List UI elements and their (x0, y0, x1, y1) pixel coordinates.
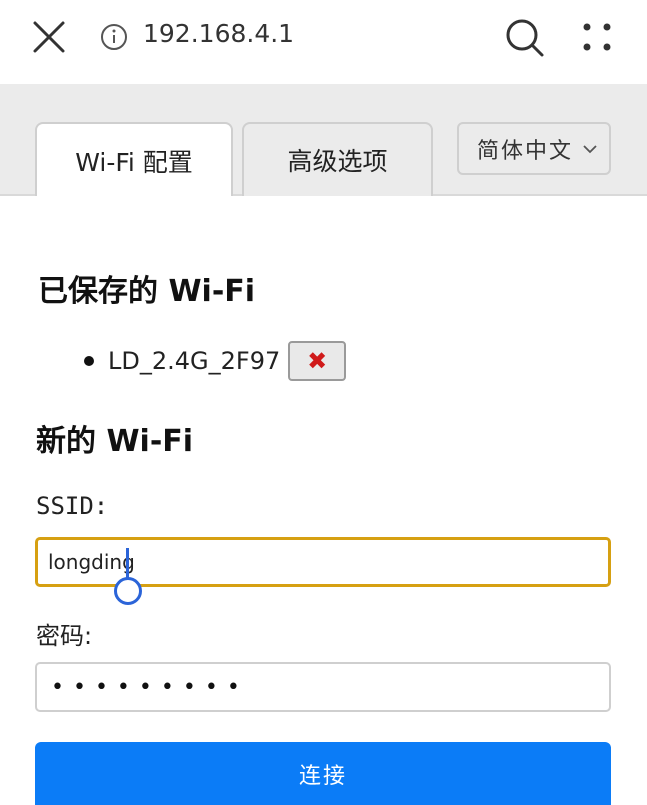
bullet-icon (84, 356, 94, 366)
tab-wifi-config[interactable]: Wi-Fi 配置 (35, 122, 233, 198)
address-bar-url[interactable]: 192.168.4.1 (143, 19, 294, 48)
ssid-label: SSID: (36, 492, 109, 520)
new-wifi-heading: 新的 Wi-Fi (36, 424, 194, 459)
chevron-down-icon (583, 145, 597, 154)
info-icon[interactable] (100, 23, 128, 51)
connect-button[interactable]: 连接 (35, 742, 611, 805)
delete-saved-wifi-button[interactable]: ✖ (288, 341, 347, 381)
browser-toolbar: 192.168.4.1 (0, 0, 647, 84)
password-input[interactable]: ••••••••• (35, 662, 611, 712)
more-dots-icon[interactable] (578, 18, 616, 56)
password-label: 密码: (36, 622, 93, 650)
wifi-config-panel: 已保存的 Wi-Fi LD_2.4G_2F97 ✖ 新的 Wi-Fi SSID:… (0, 196, 647, 805)
ssid-input-value: longding (48, 550, 135, 574)
password-input-value: ••••••••• (51, 674, 249, 700)
saved-wifi-heading: 已保存的 Wi-Fi (38, 274, 256, 309)
language-select[interactable]: 简体中文 (457, 122, 611, 175)
saved-wifi-item: LD_2.4G_2F97 ✖ (84, 341, 347, 381)
close-icon[interactable] (30, 18, 68, 56)
cursor-handle[interactable] (114, 577, 142, 605)
language-select-value: 简体中文 (477, 138, 574, 164)
tab-advanced-options[interactable]: 高级选项 (242, 122, 433, 196)
saved-ssid-name: LD_2.4G_2F97 (108, 347, 281, 375)
text-cursor (126, 548, 129, 580)
search-icon[interactable] (503, 16, 547, 60)
tab-bar: Wi-Fi 配置 高级选项 简体中文 (0, 84, 647, 198)
delete-icon: ✖ (307, 347, 328, 375)
